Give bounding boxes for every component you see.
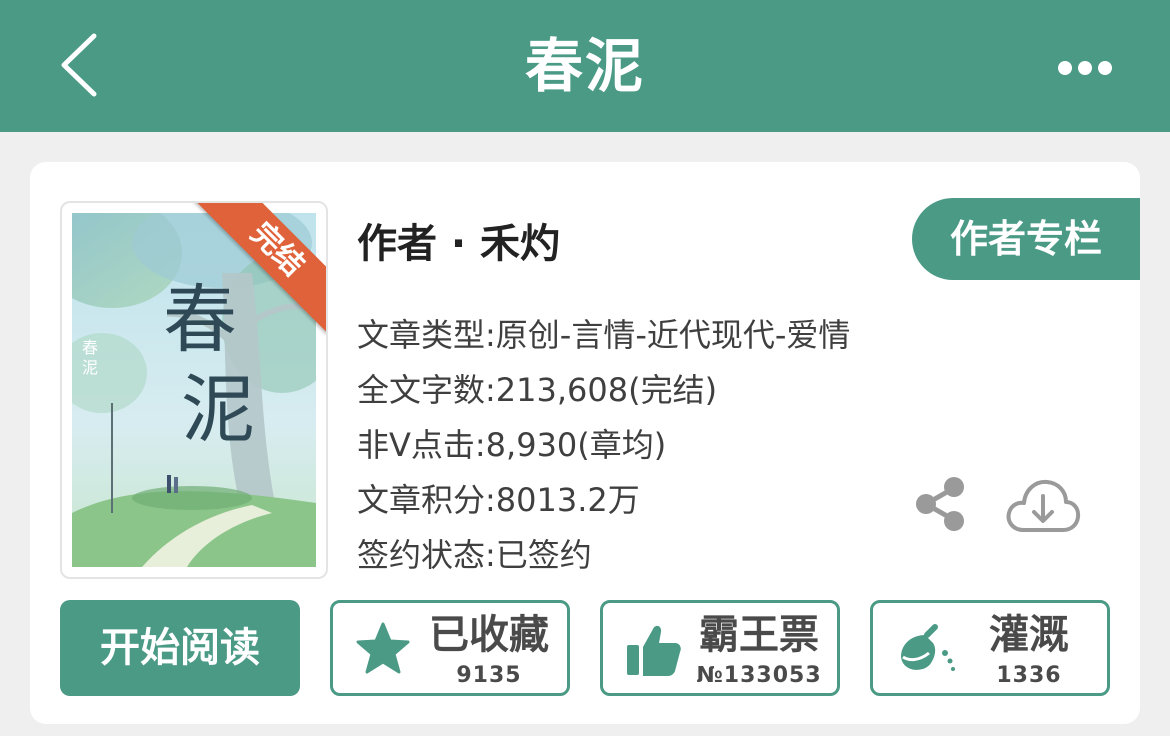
cover-title-char-1: 春: [163, 277, 237, 363]
bawang-ticket-label: 霸王票: [699, 612, 819, 658]
bawang-ticket-button[interactable]: 霸王票 №133053: [600, 600, 840, 696]
cloud-download-icon[interactable]: [1004, 476, 1082, 534]
author-name[interactable]: 作者 · 禾灼: [357, 216, 560, 272]
book-info-card: 春 泥 春 泥 完结 作者 · 禾灼 作者专栏 文章类型:原创-言情-近代现代-…: [30, 162, 1140, 724]
page-title: 春泥: [524, 32, 645, 100]
more-button[interactable]: [1052, 48, 1118, 88]
irrigate-label: 灌溉: [989, 612, 1069, 658]
favorite-button[interactable]: 已收藏 9135: [330, 600, 570, 696]
book-cover[interactable]: 春 泥 春 泥 完结: [60, 201, 328, 579]
cover-title-char-2: 泥: [181, 367, 255, 453]
bawang-ticket-count: №133053: [696, 663, 822, 688]
svg-text:泥: 泥: [82, 358, 98, 377]
cover-side-text: 春: [82, 338, 98, 357]
star-icon: [356, 622, 410, 674]
favorite-label: 已收藏: [429, 612, 549, 658]
watering-flask-icon: [901, 624, 955, 671]
irrigate-count: 1336: [996, 663, 1062, 688]
author-column-button[interactable]: 作者专栏: [912, 198, 1140, 280]
info-article-type: 文章类型:原创-言情-近代现代-爱情: [357, 316, 851, 354]
top-nav-bar: 春泥: [0, 0, 1170, 132]
start-reading-button[interactable]: 开始阅读: [60, 600, 300, 696]
thumbs-up-icon: [627, 625, 681, 676]
irrigate-button[interactable]: 灌溉 1336: [870, 600, 1110, 696]
info-clicks: 非V点击:8,930(章均): [357, 426, 667, 464]
share-icon[interactable]: [912, 476, 968, 532]
info-word-count: 全文字数:213,608(完结): [357, 371, 718, 409]
info-contract-status: 签约状态:已签约: [357, 536, 592, 574]
favorite-count: 9135: [456, 663, 522, 688]
info-score: 文章积分:8013.2万: [357, 481, 640, 519]
more-dots-icon: [1058, 61, 1072, 75]
